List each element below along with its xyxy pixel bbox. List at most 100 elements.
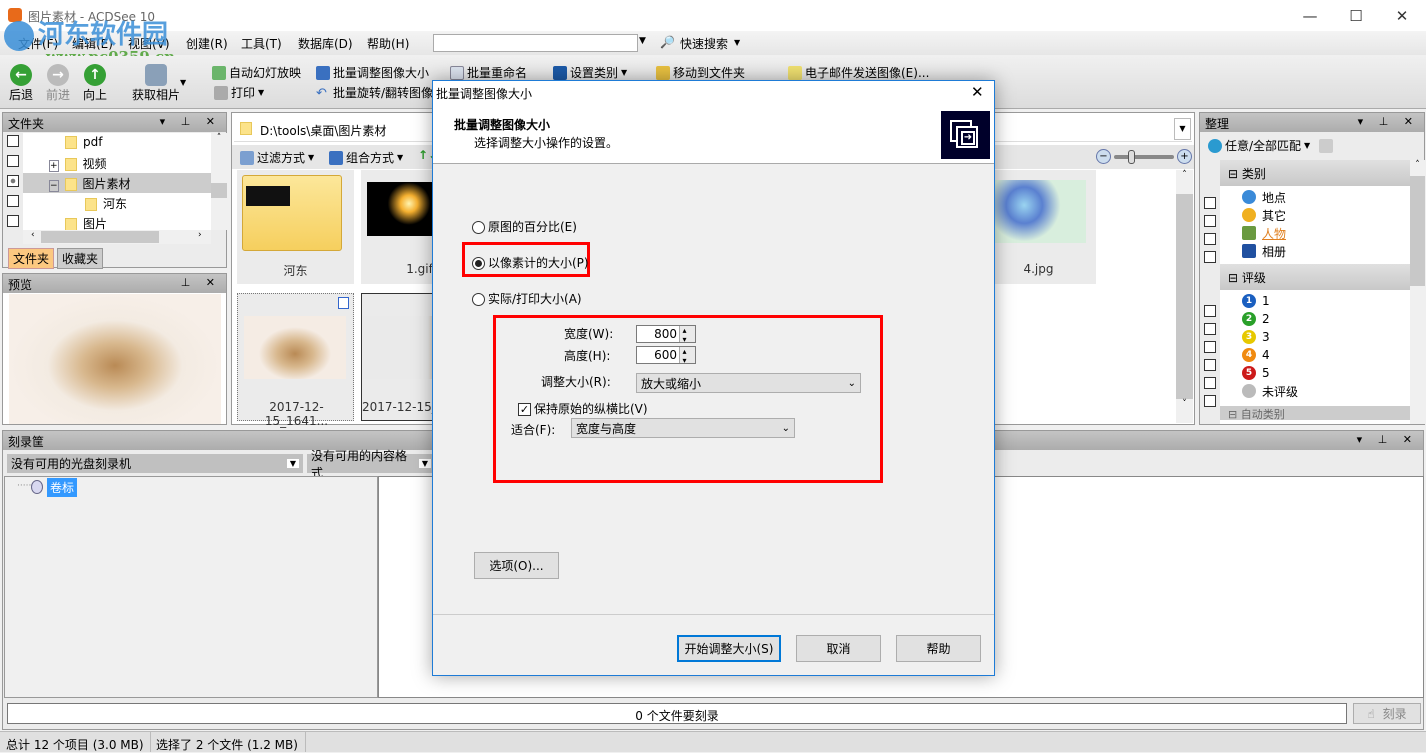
vertical-scrollbar[interactable]: ˄ ˅ xyxy=(1176,170,1193,423)
radio-pixel-size[interactable]: 以像素计的大小(P) xyxy=(472,254,589,271)
panel-controls[interactable]: ⊥ ✕ xyxy=(181,276,221,291)
group-button[interactable]: 组合方式 ▼ xyxy=(329,149,403,166)
width-stepper[interactable]: 800 xyxy=(636,325,696,343)
close-button[interactable]: ✕ xyxy=(1379,0,1425,31)
checkbox[interactable] xyxy=(7,135,19,147)
clear-icon[interactable] xyxy=(1319,138,1334,153)
cancel-button[interactable]: 取消 xyxy=(796,635,881,662)
checkbox[interactable] xyxy=(1204,377,1216,389)
rating-4[interactable]: 44 xyxy=(1242,346,1410,364)
forward-button[interactable]: → 前进 xyxy=(46,64,70,103)
print-button[interactable]: 打印 ▼ xyxy=(214,84,264,101)
ratings-header[interactable]: ⊟ 评级 xyxy=(1220,264,1410,290)
burner-select[interactable]: 没有可用的光盘刻录机 ▼ xyxy=(7,454,303,473)
checkbox[interactable] xyxy=(1204,215,1216,227)
tree-item-images-material[interactable]: − 图片素材 xyxy=(49,175,131,192)
checkbox[interactable] xyxy=(1204,197,1216,209)
search-input[interactable] xyxy=(433,34,638,52)
resize-select[interactable]: 放大或缩小 ⌄ xyxy=(636,373,861,393)
radio-button[interactable] xyxy=(472,221,485,234)
match-dropdown[interactable]: 任意/全部匹配 ▼ xyxy=(1208,137,1334,154)
volume-label[interactable]: 卷标 xyxy=(47,478,78,497)
zoom-slider[interactable] xyxy=(1114,150,1174,164)
panel-controls[interactable]: ▾ ⊥ ✕ xyxy=(160,115,221,130)
checkbox[interactable] xyxy=(7,155,19,167)
vertical-scrollbar[interactable]: ˄ xyxy=(1410,160,1425,424)
checkbox-checked-icon[interactable]: ✓ xyxy=(518,403,531,416)
options-button[interactable]: 选项(O)... xyxy=(474,552,559,579)
batch-resize-button[interactable]: 批量调整图像大小 xyxy=(316,64,429,81)
categories-header[interactable]: ⊟ 类别 xyxy=(1220,160,1410,186)
checkbox[interactable] xyxy=(7,215,19,227)
menu-create[interactable]: 创建(R) xyxy=(186,35,228,52)
menu-tools[interactable]: 工具(T) xyxy=(241,35,282,52)
acquire-dropdown[interactable]: ▼ xyxy=(180,78,186,87)
panel-controls[interactable]: ▾ ⊥ ✕ xyxy=(1357,433,1418,448)
menu-help[interactable]: 帮助(H) xyxy=(367,35,409,52)
checkbox[interactable] xyxy=(1204,359,1216,371)
thumbnail-hedong[interactable]: 河东 xyxy=(237,170,354,284)
checkbox[interactable] xyxy=(7,175,19,187)
horizontal-scrollbar[interactable]: ‹ › xyxy=(23,230,211,244)
radio-button[interactable] xyxy=(472,293,485,306)
radio-percentage[interactable]: 原图的百分比(E) xyxy=(472,218,577,235)
auto-categories-header[interactable]: ⊟ 自动类别 xyxy=(1220,406,1410,420)
fit-select[interactable]: 宽度与高度 ⌄ xyxy=(571,418,795,438)
checkbox[interactable] xyxy=(1204,251,1216,263)
start-resize-button[interactable]: 开始调整大小(S) xyxy=(677,635,781,662)
tree-item-pdf[interactable]: pdf xyxy=(65,135,102,149)
height-stepper[interactable]: 600 xyxy=(636,346,696,364)
help-button[interactable]: 帮助 xyxy=(896,635,981,662)
vertical-scrollbar[interactable]: ˄ xyxy=(211,133,227,230)
checkbox[interactable] xyxy=(1204,323,1216,335)
rating-1[interactable]: 11 xyxy=(1242,292,1410,310)
batch-rotate-button[interactable]: ↶ 批量旋转/翻转图像 xyxy=(316,84,433,101)
zoom-in-icon[interactable]: + xyxy=(1177,149,1192,164)
path-dropdown[interactable]: ▼ xyxy=(1174,118,1191,140)
category-place[interactable]: 地点 xyxy=(1242,188,1410,206)
checkbox[interactable] xyxy=(1204,341,1216,353)
filter-button[interactable]: 过滤方式 ▼ xyxy=(240,149,314,166)
collapse-icon[interactable]: − xyxy=(49,180,59,192)
email-button[interactable]: 电子邮件发送图像(E)... xyxy=(788,64,929,81)
quick-search-button[interactable]: 快速搜索 xyxy=(680,35,728,52)
format-select[interactable]: 没有可用的内容格式 ▼ xyxy=(307,449,435,480)
acquire-button[interactable]: 获取相片 xyxy=(132,64,180,103)
tab-favorites[interactable]: 收藏夹 xyxy=(57,248,104,269)
rating-3[interactable]: 33 xyxy=(1242,328,1410,346)
set-category-button[interactable]: 设置类别 ▼ xyxy=(553,64,627,81)
radio-button[interactable] xyxy=(472,257,485,270)
rating-2[interactable]: 22 xyxy=(1242,310,1410,328)
tab-folders[interactable]: 文件夹 xyxy=(8,248,55,269)
move-to-folder-button[interactable]: 移动到文件夹 xyxy=(656,64,745,81)
tree-item-video[interactable]: + 视频 xyxy=(49,155,107,172)
search-dropdown[interactable]: ▼ xyxy=(639,36,646,46)
checkbox[interactable] xyxy=(7,195,19,207)
checkbox[interactable] xyxy=(1204,305,1216,317)
menu-database[interactable]: 数据库(D) xyxy=(298,35,353,52)
burn-button[interactable]: ☝ 刻录 xyxy=(1353,703,1421,724)
checkbox[interactable] xyxy=(1204,395,1216,407)
minimize-button[interactable]: — xyxy=(1287,0,1333,31)
panel-controls[interactable]: ▾ ⊥ ✕ xyxy=(1358,115,1419,130)
back-button[interactable]: ← 后退 xyxy=(9,64,33,103)
rating-5[interactable]: 55 xyxy=(1242,364,1410,382)
checkbox[interactable] xyxy=(1204,233,1216,245)
disc-icon xyxy=(31,480,43,494)
thumbnail-2017-12-15-1641[interactable]: 2017-12-15_1641... xyxy=(237,293,354,428)
category-other[interactable]: 其它 xyxy=(1242,206,1410,224)
keep-ratio-checkbox[interactable]: ✓ 保持原始的纵横比(V) xyxy=(518,400,648,417)
dialog-close-button[interactable]: ✕ xyxy=(971,83,984,101)
zoom-out-icon[interactable]: − xyxy=(1096,149,1111,164)
radio-print-size[interactable]: 实际/打印大小(A) xyxy=(472,290,582,307)
batch-rename-button[interactable]: 批量重命名 xyxy=(450,64,527,81)
slideshow-button[interactable]: 自动幻灯放映 xyxy=(212,64,301,81)
thumbnail-4jpg[interactable]: 4.jpg xyxy=(991,170,1096,284)
tree-item-hedong[interactable]: 河东 xyxy=(85,195,127,212)
category-album[interactable]: 相册 xyxy=(1242,242,1410,260)
maximize-button[interactable]: ☐ xyxy=(1333,0,1379,31)
category-people[interactable]: 人物 xyxy=(1242,224,1410,242)
up-button[interactable]: ↑ 向上 xyxy=(83,64,107,103)
rating-none[interactable]: 未评级 xyxy=(1242,382,1410,400)
expand-icon[interactable]: + xyxy=(49,160,59,172)
